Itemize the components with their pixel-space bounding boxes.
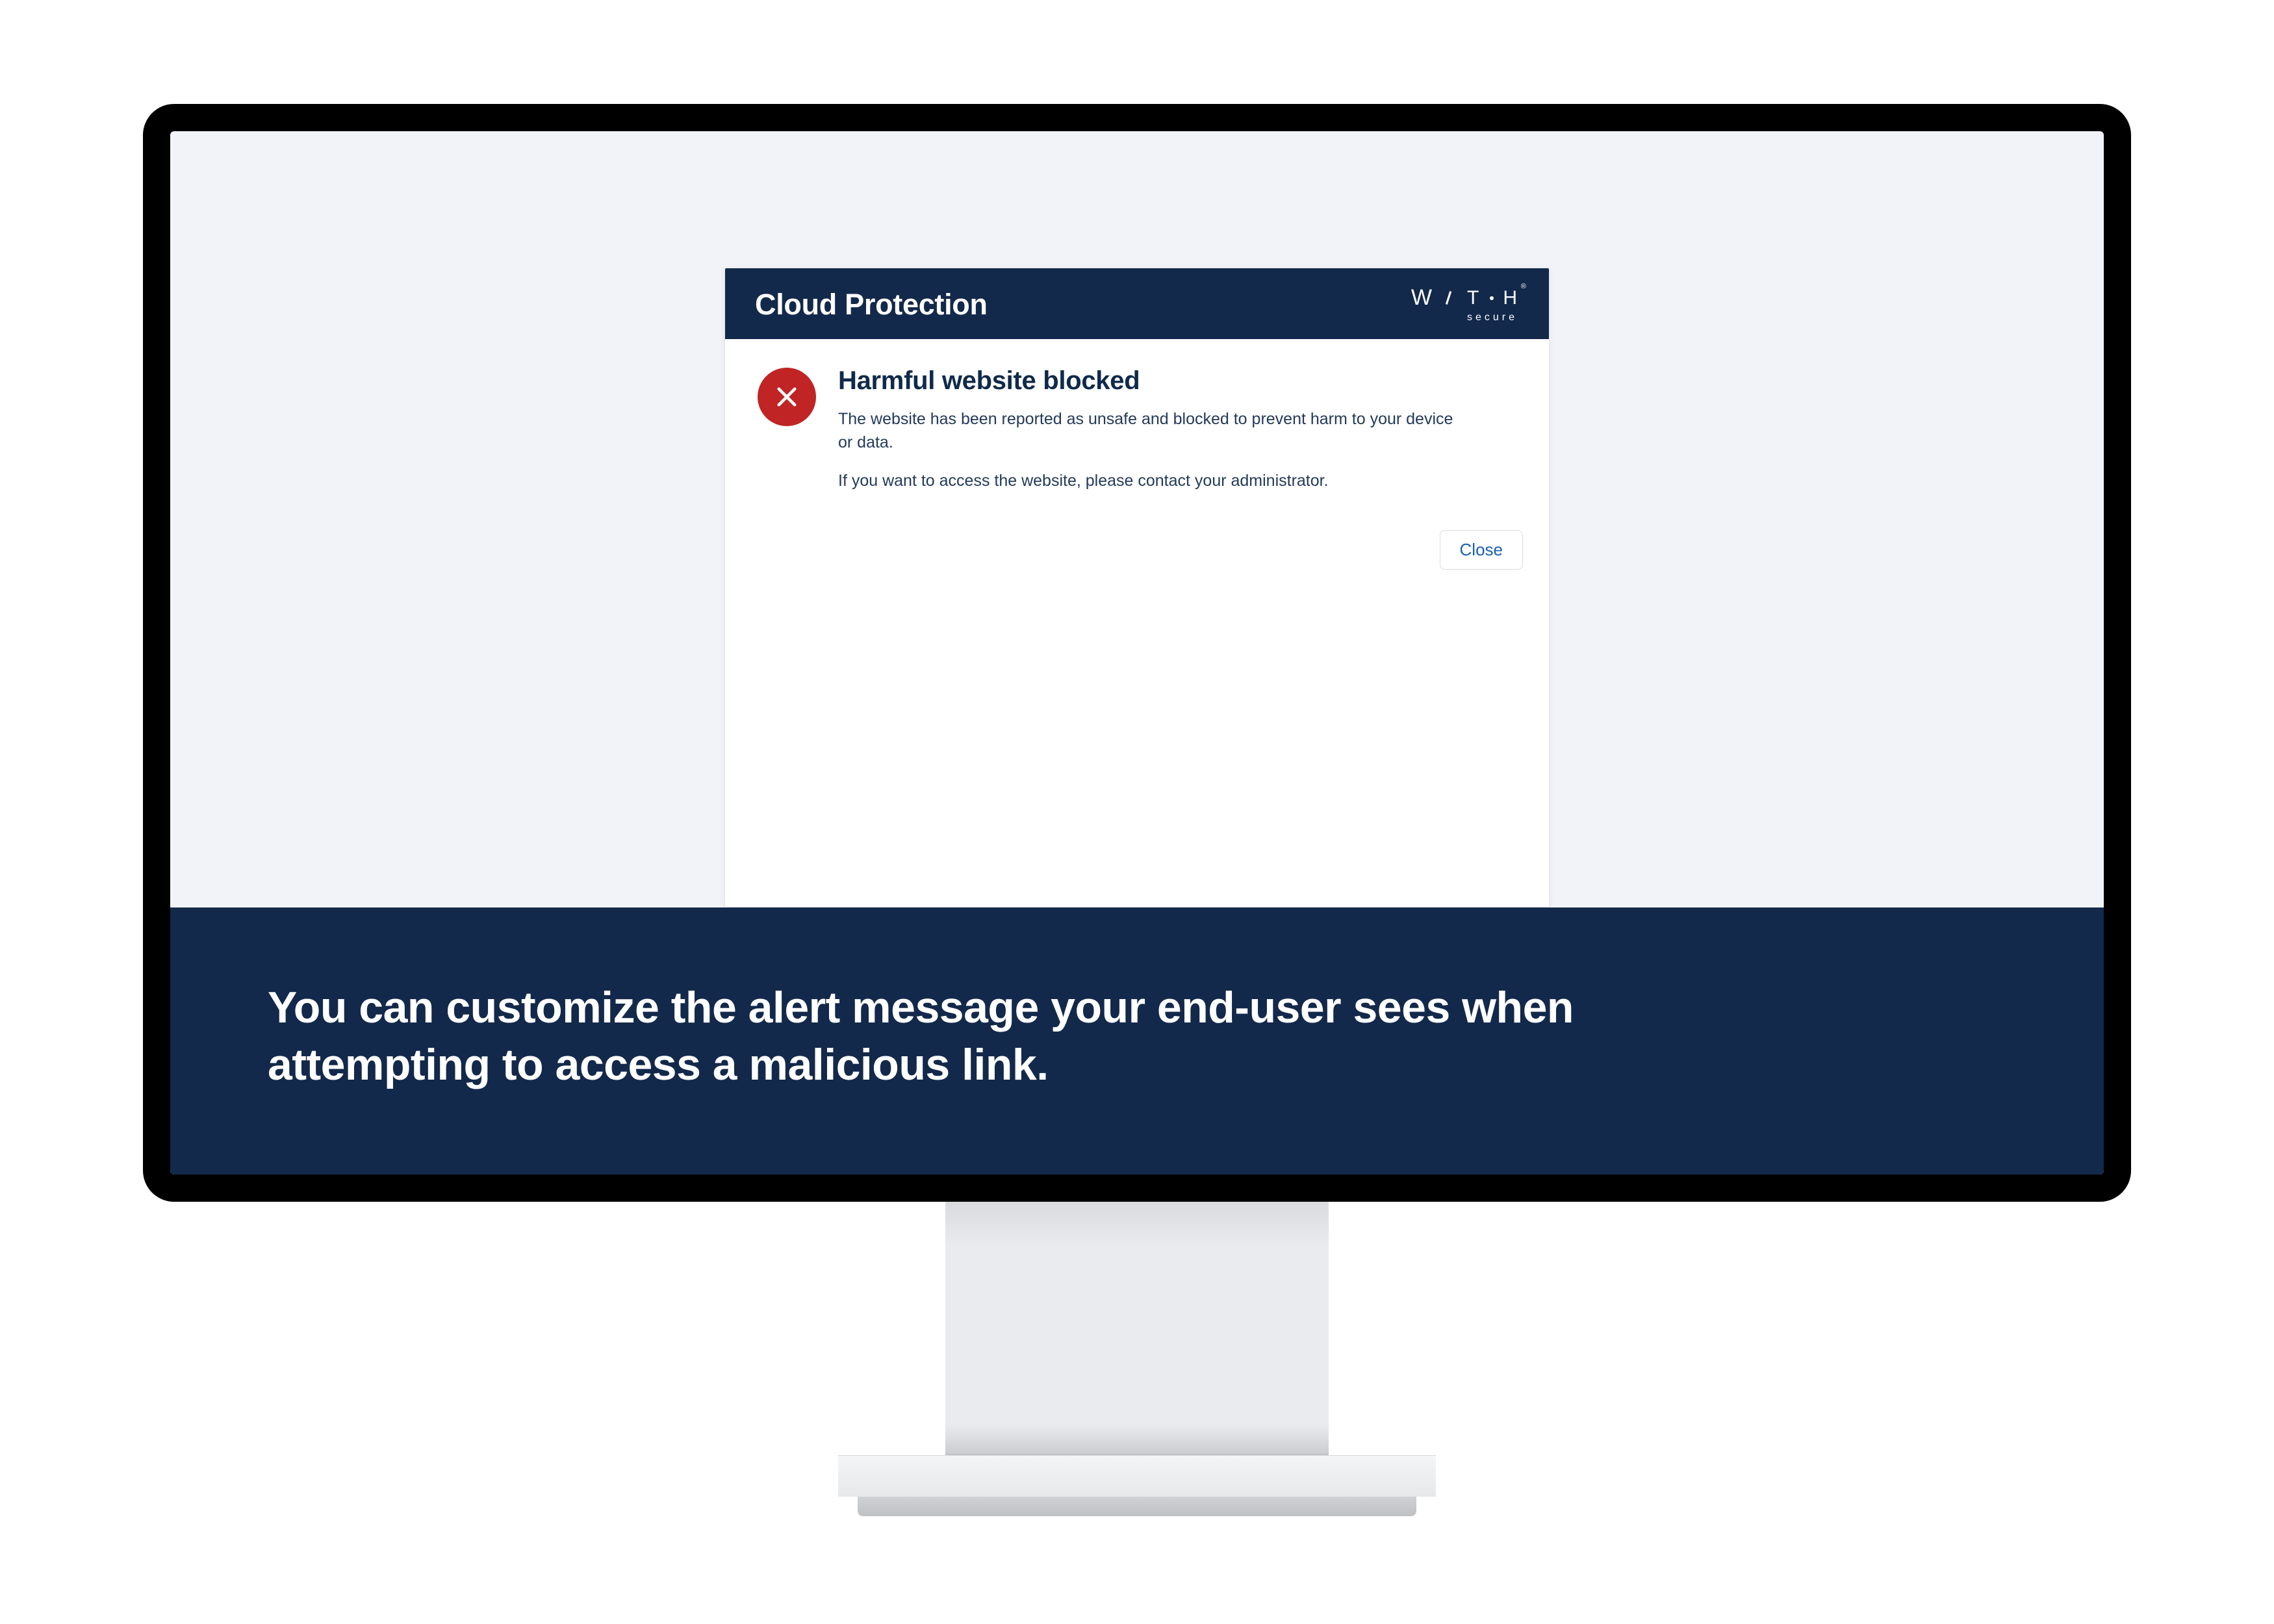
message-line-1: The website has been reported as unsafe … [838, 407, 1468, 455]
brand-letter-w: W [1411, 285, 1430, 311]
brand-letter-h: H [1503, 287, 1519, 309]
monitor-stand-foot [858, 1497, 1416, 1516]
brand-letter-t: T [1467, 287, 1481, 309]
monitor-frame: Cloud Protection W T H ® secure [143, 104, 2131, 1202]
brand-wordmark: W T H ® [1411, 285, 1519, 311]
dialog-message: Harmful website blocked The website has … [838, 366, 1468, 507]
brand-slash-icon [1446, 291, 1451, 305]
page: Cloud Protection W T H ® secure [0, 0, 2274, 1624]
brand-subtext: secure [1467, 312, 1518, 324]
alert-dialog: Cloud Protection W T H ® secure [724, 268, 1550, 907]
message-line-2: If you want to access the website, pleas… [838, 469, 1468, 492]
dialog-body: Harmful website blocked The website has … [725, 339, 1549, 513]
banner-text: You can customize the alert message your… [268, 980, 1795, 1093]
brand-logo: W T H ® secure [1411, 285, 1519, 324]
dialog-footer: Close [725, 513, 1549, 596]
monitor-screen: Cloud Protection W T H ® secure [170, 131, 2104, 1174]
info-banner: You can customize the alert message your… [170, 907, 2104, 1174]
close-button[interactable]: Close [1440, 530, 1523, 570]
brand-registered-mark: ® [1521, 283, 1528, 290]
error-icon [758, 368, 816, 426]
message-title: Harmful website blocked [838, 366, 1468, 396]
screen-upper-area: Cloud Protection W T H ® secure [170, 131, 2104, 907]
monitor-stand-base [838, 1455, 1436, 1497]
brand-dot-icon [1490, 296, 1494, 300]
monitor-stand-neck [945, 1202, 1329, 1455]
dialog-header: Cloud Protection W T H ® secure [725, 268, 1549, 339]
dialog-title: Cloud Protection [755, 288, 988, 322]
